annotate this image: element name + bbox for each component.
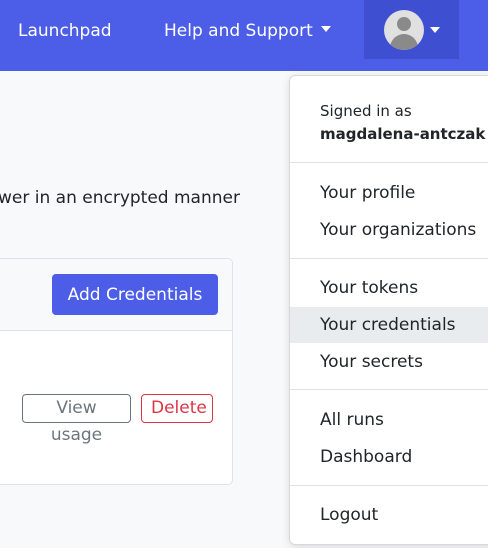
card-header: Add Credentials: [0, 259, 232, 331]
dropdown-divider: [290, 389, 488, 390]
signed-in-header: Signed in as magdalena-antczak: [320, 100, 485, 145]
chevron-down-icon: [430, 27, 440, 33]
page-description: wer in an encrypted manner: [0, 188, 240, 208]
dropdown-divider: [290, 258, 488, 259]
user-dropdown-menu: Signed in as magdalena-antczak Your prof…: [289, 75, 488, 545]
menu-item-your-profile[interactable]: Your profile: [290, 175, 488, 211]
chevron-down-icon: [320, 26, 331, 32]
signed-in-as-label: Signed in as: [320, 102, 412, 120]
add-credentials-button[interactable]: Add Credentials: [52, 274, 218, 315]
menu-item-your-secrets[interactable]: Your secrets: [290, 344, 488, 380]
delete-button[interactable]: Delete: [141, 394, 213, 423]
credentials-card: Add Credentials View usage Delete: [0, 258, 233, 485]
menu-item-logout[interactable]: Logout: [290, 497, 488, 533]
user-avatar-icon: [384, 10, 424, 50]
menu-item-your-tokens[interactable]: Your tokens: [290, 270, 488, 306]
signed-in-username: magdalena-antczak: [320, 125, 486, 143]
menu-item-all-runs[interactable]: All runs: [290, 402, 488, 438]
user-menu-toggle[interactable]: [364, 0, 459, 59]
nav-help-support-label: Help and Support: [164, 21, 313, 41]
dropdown-divider: [290, 162, 488, 163]
view-usage-button[interactable]: View usage: [22, 394, 131, 445]
top-navbar: Launchpad Help and Support: [0, 0, 488, 71]
menu-item-your-credentials[interactable]: Your credentials: [290, 307, 488, 343]
menu-item-your-organizations[interactable]: Your organizations: [290, 212, 488, 248]
nav-launchpad-link[interactable]: Launchpad: [18, 20, 112, 42]
nav-help-support-dropdown[interactable]: Help and Support: [164, 20, 331, 42]
dropdown-divider: [290, 485, 488, 486]
menu-item-dashboard[interactable]: Dashboard: [290, 439, 488, 475]
